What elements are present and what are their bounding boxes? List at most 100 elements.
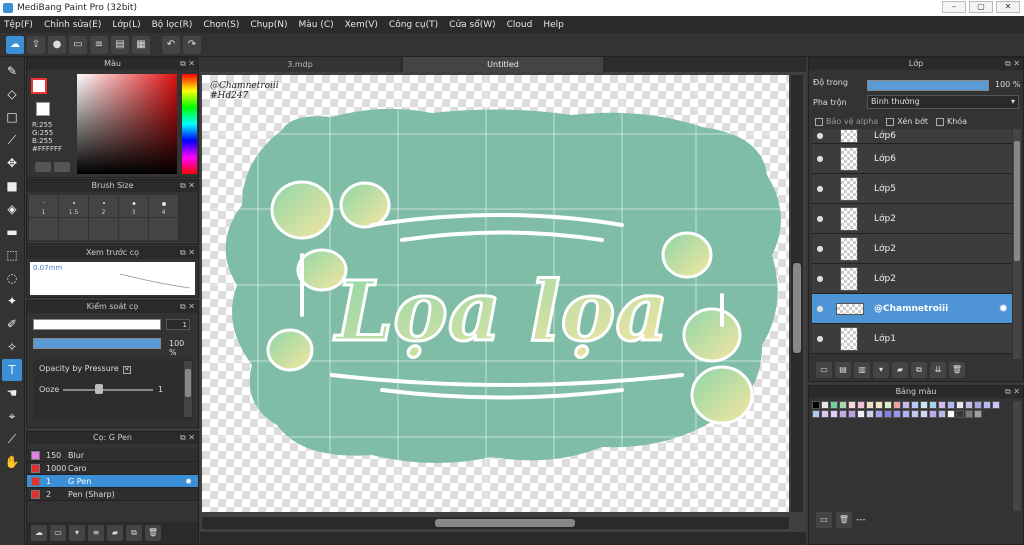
layout-icon[interactable]: ▤: [111, 35, 129, 54]
menu-layer[interactable]: Lớp(L): [112, 20, 140, 30]
palette-color-swatch[interactable]: [920, 410, 928, 418]
brush-settings-icon[interactable]: ≡: [88, 525, 104, 541]
swap-color-button[interactable]: [54, 162, 70, 172]
palette-color-swatch[interactable]: [812, 401, 820, 409]
blend-mode-select[interactable]: Bình thường ▾: [867, 95, 1019, 109]
hue-slider[interactable]: [182, 74, 197, 174]
palette-color-swatch[interactable]: [956, 410, 964, 418]
panel-controls[interactable]: ⧉ ✕: [180, 247, 195, 259]
palette-color-swatch[interactable]: [884, 410, 892, 418]
gear-icon[interactable]: ✹: [185, 477, 192, 486]
canvas-vertical-scrollbar[interactable]: [791, 75, 803, 512]
palette-color-swatch[interactable]: [920, 401, 928, 409]
trash-icon[interactable]: 🗑: [949, 362, 965, 378]
new-layer-icon[interactable]: ▭: [816, 362, 832, 378]
text-tool-icon[interactable]: T: [2, 359, 22, 381]
eye-icon[interactable]: ●: [812, 274, 828, 283]
palette-color-swatch[interactable]: [893, 401, 901, 409]
canvas-horizontal-scrollbar[interactable]: [202, 517, 789, 529]
divide-tool-icon[interactable]: ⟋: [2, 428, 22, 450]
lock-option[interactable]: Khóa: [935, 117, 967, 126]
palette-color-swatch[interactable]: [965, 401, 973, 409]
folder-icon[interactable]: ▰: [892, 362, 908, 378]
eraser-tool-icon[interactable]: ◇: [2, 83, 22, 105]
palette-color-swatch[interactable]: [947, 410, 955, 418]
palette-color-swatch[interactable]: [938, 401, 946, 409]
palette-color-swatch[interactable]: [866, 410, 874, 418]
brush-tool-icon[interactable]: ✎: [2, 60, 22, 82]
palette-color-swatch[interactable]: [983, 401, 991, 409]
panel-controls[interactable]: ⧉ ✕: [180, 58, 195, 70]
menu-cloud[interactable]: Cloud: [507, 20, 533, 30]
palette-color-swatch[interactable]: [839, 401, 847, 409]
palette-color-swatch[interactable]: [857, 410, 865, 418]
select-eraser-icon[interactable]: ✧: [2, 336, 22, 358]
folder-icon[interactable]: ▰: [107, 525, 123, 541]
brush-size-option[interactable]: [29, 218, 58, 240]
palette-color-swatch[interactable]: [812, 410, 820, 418]
cloud-icon[interactable]: ☁: [6, 35, 24, 54]
brush-size-option[interactable]: 2: [89, 195, 118, 217]
new-file-icon[interactable]: ▭: [69, 35, 87, 54]
upload-icon[interactable]: ⇪: [27, 35, 45, 54]
palette-color-swatch[interactable]: [830, 410, 838, 418]
eye-icon[interactable]: ●: [812, 244, 828, 253]
panel-controls[interactable]: ⧉ ✕: [180, 432, 195, 444]
ooze-track[interactable]: [63, 389, 153, 391]
brush-item-blur[interactable]: 150 Blur: [27, 449, 198, 462]
new-8bit-layer-icon[interactable]: ▥: [854, 362, 870, 378]
trash-icon[interactable]: 🗑: [145, 525, 161, 541]
gradient-tool-icon[interactable]: ▬: [2, 221, 22, 243]
palette-color-swatch[interactable]: [848, 401, 856, 409]
brush-size-option[interactable]: [89, 218, 118, 240]
shape-tool-icon[interactable]: □: [2, 106, 22, 128]
dotted-brush-icon[interactable]: ⟋: [2, 129, 22, 151]
menu-view[interactable]: Xem(V): [345, 20, 378, 30]
tab-3-mdp[interactable]: 3.mdp: [200, 57, 400, 72]
maximize-button[interactable]: ▢: [969, 1, 993, 13]
palette-color-swatch[interactable]: [830, 401, 838, 409]
add-brush-icon[interactable]: ▾: [69, 525, 85, 541]
layer-item[interactable]: ● Lớp5: [812, 174, 1012, 204]
layer-scrollbar[interactable]: [1013, 129, 1021, 359]
eye-icon[interactable]: ●: [812, 131, 828, 140]
palette-color-swatch[interactable]: [956, 401, 964, 409]
clipping-option[interactable]: Xén bớt: [886, 117, 928, 126]
protect-alpha-option[interactable]: Bảo vệ alpha: [815, 117, 878, 126]
brush-size-option[interactable]: 1.5: [59, 195, 88, 217]
palette-color-swatch[interactable]: [911, 401, 919, 409]
drawing-canvas[interactable]: Lọa lọa @Chamnetroiii #Hd247: [202, 75, 789, 512]
menu-snap[interactable]: Chụp(N): [250, 20, 287, 30]
menu-color[interactable]: Màu (C): [299, 20, 334, 30]
eyedropper-icon[interactable]: ⌖: [2, 405, 22, 427]
redo-icon[interactable]: ↷: [183, 35, 201, 54]
layer-item[interactable]: ● Lớp2: [812, 204, 1012, 234]
layer-item-selected[interactable]: ● @Chamnetroiii ✹: [812, 294, 1012, 324]
layer-opacity-slider[interactable]: [867, 80, 989, 91]
brush-size-option[interactable]: [119, 218, 148, 240]
close-button[interactable]: ✕: [996, 1, 1020, 13]
palette-color-swatch[interactable]: [893, 410, 901, 418]
select-rect-icon[interactable]: ⬚: [2, 244, 22, 266]
brush-size-option[interactable]: [149, 218, 178, 240]
eye-icon[interactable]: ●: [812, 334, 828, 343]
panel-controls[interactable]: ⧉ ✕: [1005, 386, 1020, 398]
select-pen-icon[interactable]: ✐: [2, 313, 22, 335]
layer-item[interactable]: ● Lớp6: [812, 144, 1012, 174]
palette-color-swatch[interactable]: [929, 410, 937, 418]
palette-color-swatch[interactable]: [848, 410, 856, 418]
palette-color-swatch[interactable]: [839, 410, 847, 418]
opacity-pressure-checkbox[interactable]: ✕: [122, 366, 131, 374]
panel-controls[interactable]: ⧉ ✕: [1005, 58, 1020, 70]
add-layer-menu-icon[interactable]: ▾: [873, 362, 889, 378]
eye-icon[interactable]: ●: [812, 214, 828, 223]
layer-item[interactable]: ● Lớp2: [812, 234, 1012, 264]
secondary-color-swatch[interactable]: [36, 102, 50, 116]
palette-color-swatch[interactable]: [974, 401, 982, 409]
grid-icon[interactable]: ▦: [132, 35, 150, 54]
menu-tools[interactable]: Công cụ(T): [389, 20, 438, 30]
hand-tool-icon[interactable]: ✋: [2, 451, 22, 473]
gear-icon[interactable]: ✹: [999, 302, 1008, 315]
brush-size-slider[interactable]: [33, 319, 161, 330]
primary-color-swatch[interactable]: [31, 78, 47, 94]
